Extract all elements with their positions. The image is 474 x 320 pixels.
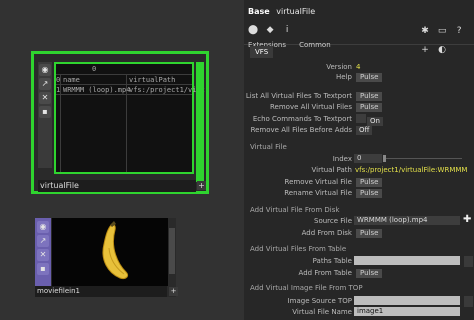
table-column-index: 0 — [92, 65, 97, 73]
param-paths-table: Paths Table — [244, 256, 474, 267]
index-field[interactable]: 0 — [354, 154, 382, 163]
add-file-icon[interactable]: ✚ — [463, 215, 471, 225]
operator-name-label[interactable]: moviefilein1 — [35, 286, 167, 297]
image-source-field[interactable] — [354, 296, 460, 305]
param-remove-before-adds: Remove All Files Before Adds Off — [244, 125, 474, 135]
table-cell: virtualPath — [129, 76, 176, 84]
param-echo: Echo Commands To Textport On — [244, 114, 474, 126]
vfile-name-field[interactable]: image1 — [354, 307, 460, 316]
page-tabs-active: VFS — [244, 46, 474, 58]
add-icon[interactable]: + — [197, 181, 206, 190]
grid-line — [56, 94, 192, 95]
param-label: Paths Table — [312, 257, 352, 265]
section-add-from-disk: Add Virtual File From Disk — [250, 206, 340, 214]
table-viewer: 0 0 name virtualPath 1 WRMMM (loop).mp4 … — [54, 62, 205, 174]
param-label: Remove All Virtual Files — [270, 103, 352, 111]
panel-toolbar-right: ✱ ▭ ? + ◐ — [420, 18, 474, 55]
table-cell: name — [63, 76, 80, 84]
help-pulse-button[interactable]: Pulse — [356, 73, 383, 82]
table-cell: WRMMM (loop).mp4 — [63, 86, 131, 94]
param-list-all: List All Virtual Files To Textport Pulse — [244, 91, 474, 101]
lock-icon[interactable]: ▪ — [37, 263, 49, 275]
lock-icon[interactable]: ▪ — [39, 106, 51, 118]
operator-flag-bar: ◉ ↗ ✕ ▪ — [38, 62, 52, 168]
param-label: Add From Disk — [301, 229, 352, 237]
panel-header: Base virtualFile — [248, 7, 315, 16]
cook-icon[interactable]: ↗ — [39, 78, 51, 90]
param-label: List All Virtual Files To Textport — [245, 92, 352, 100]
param-label: Remove All Files Before Adds — [250, 126, 352, 134]
remove-virtual-file-button[interactable]: Pulse — [356, 178, 383, 187]
op-type-label: Base — [248, 7, 270, 16]
remove-all-pulse-button[interactable]: Pulse — [356, 103, 383, 112]
add-from-table-button[interactable]: Pulse — [356, 269, 383, 278]
cook-icon[interactable]: ↗ — [37, 235, 49, 247]
section-virtual-file: Virtual File — [250, 143, 287, 151]
param-label: Add From Table — [298, 269, 352, 277]
table-cell: vfs:/project1/virt — [129, 86, 205, 94]
source-file-field[interactable]: WRMMM (loop).mp4 — [354, 216, 460, 225]
param-add-from-table: Add From Table Pulse — [244, 268, 474, 278]
param-index: Index 0 — [244, 154, 474, 164]
rename-virtual-file-button[interactable]: Pulse — [356, 189, 383, 198]
banana-image — [102, 221, 129, 279]
param-help: Help Pulse — [244, 72, 474, 82]
param-label: Index — [332, 155, 352, 163]
param-label: Help — [336, 73, 352, 81]
add-icon[interactable]: + — [169, 287, 178, 296]
parameter-panel: Base virtualFile ⬤ ◆ i ✱ ▭ ? + ◐ Extensi… — [244, 0, 474, 320]
param-vfile-name: Virtual File Name image1 — [244, 307, 474, 317]
virtual-path-value[interactable]: vfs:/project1/virtualFile:WRMMM — [355, 165, 473, 175]
list-all-pulse-button[interactable]: Pulse — [356, 92, 383, 101]
param-label: Version — [326, 63, 352, 71]
index-slider-handle[interactable] — [383, 155, 386, 162]
operator-name-label[interactable]: virtualFile — [38, 180, 196, 192]
tab-vfs[interactable]: VFS — [250, 46, 274, 58]
echo-toggle-box[interactable] — [356, 114, 366, 123]
param-label: Image Source TOP — [287, 297, 352, 305]
operator-flag-bar: ◉ ↗ ✕ ▪ — [35, 218, 51, 286]
panel-toolbar-left: ⬤ ◆ i — [248, 17, 294, 35]
param-value: 4 — [356, 63, 361, 71]
operator-output-connector[interactable] — [169, 228, 175, 274]
bypass-icon[interactable]: ✕ — [37, 249, 49, 261]
param-label: Source File — [314, 217, 352, 225]
image-source-dropdown[interactable] — [464, 296, 473, 307]
image-viewer — [52, 218, 168, 286]
param-remove-virtual-file: Remove Virtual File Pulse — [244, 177, 474, 187]
grid-line — [56, 84, 192, 85]
table-row-index: 1 — [56, 86, 61, 94]
network-editor[interactable]: ◉ ↗ ✕ ▪ 0 0 name virtualPath 1 WRMMM (lo… — [0, 0, 244, 320]
remove-before-adds-toggle[interactable]: Off — [356, 126, 373, 135]
param-version: Version 4 — [244, 62, 474, 72]
param-label: Remove Virtual File — [284, 178, 352, 186]
page-tabs: Extensions Common — [244, 32, 474, 49]
param-virtual-path: Virtual Path vfs:/project1/virtualFile:W… — [244, 165, 474, 175]
operator-output-connector[interactable] — [196, 62, 204, 182]
op-name-label[interactable]: virtualFile — [276, 7, 315, 16]
paths-table-field[interactable] — [354, 256, 460, 265]
viewer-active-icon[interactable]: ◉ — [37, 221, 49, 233]
grid-line — [56, 74, 192, 75]
param-label: Rename Virtual File — [284, 189, 352, 197]
param-image-source: Image Source TOP — [244, 296, 474, 307]
param-source-file: Source File WRMMM (loop).mp4 ✚ — [244, 215, 474, 226]
table-row-index: 0 — [56, 76, 61, 84]
section-add-from-table: Add Virtual Files From Table — [250, 245, 347, 253]
param-label: Virtual File Name — [292, 308, 352, 316]
index-slider-track[interactable] — [384, 158, 462, 159]
section-add-from-top: Add Virtual Image File From TOP — [250, 284, 363, 292]
viewer-active-icon[interactable]: ◉ — [39, 64, 51, 76]
param-rename-virtual-file: Rename Virtual File Pulse — [244, 188, 474, 198]
bypass-icon[interactable]: ✕ — [39, 92, 51, 104]
param-remove-all: Remove All Virtual Files Pulse — [244, 102, 474, 112]
paths-table-dropdown[interactable] — [464, 256, 473, 267]
param-label: Virtual Path — [311, 166, 352, 174]
virtualfile-operator[interactable]: ◉ ↗ ✕ ▪ 0 0 name virtualPath 1 WRMMM (lo… — [31, 51, 209, 194]
param-label: Echo Commands To Textport — [252, 115, 352, 123]
moviefilein-operator[interactable]: ◉ ↗ ✕ ▪ moviefilein1 + — [35, 218, 178, 297]
add-from-disk-button[interactable]: Pulse — [356, 229, 383, 238]
param-add-from-disk: Add From Disk Pulse — [244, 228, 474, 238]
